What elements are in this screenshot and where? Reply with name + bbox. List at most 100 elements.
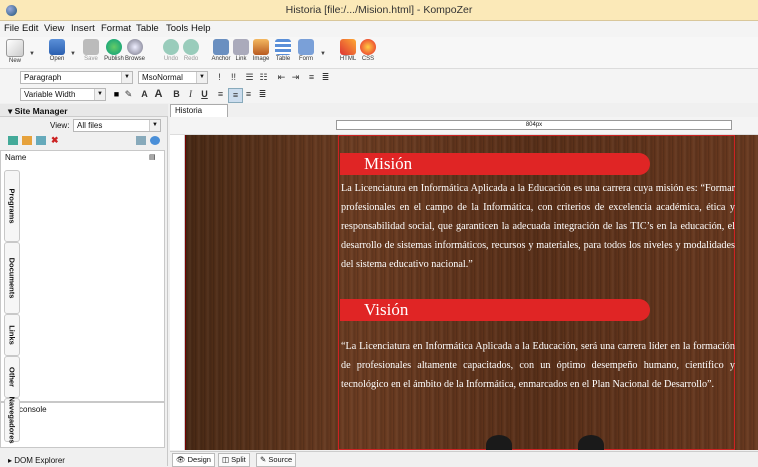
outdent-icon[interactable]: ⇤: [275, 71, 288, 84]
chevron-down-icon: ▼: [149, 120, 160, 131]
window-title: Historia [file:/.../Mision.html] - Kompo…: [285, 4, 473, 16]
dom-explorer-toggle[interactable]: ▸ DOM Explorer: [8, 456, 65, 465]
redo-icon: [183, 39, 199, 55]
menu-table[interactable]: Table: [136, 23, 159, 34]
new-icon: [6, 39, 24, 57]
composition-toolbar: New ▼ Open ▼ Save Publish Browse Undo Re…: [0, 37, 758, 69]
editor-gutter: [170, 135, 185, 450]
tab-historia[interactable]: Historia: [170, 104, 228, 117]
table-icon: [275, 39, 291, 55]
menu-format[interactable]: Format: [101, 23, 131, 34]
browse-icon: [127, 39, 143, 55]
link-icon: [233, 39, 249, 55]
form-dropdown-arrow[interactable]: ▼: [320, 51, 326, 57]
mision-paragraph[interactable]: La Licenciatura en Informática Aplicada …: [341, 179, 735, 274]
menu-insert[interactable]: Insert: [71, 23, 95, 34]
vision-banner: Visión: [340, 299, 650, 321]
new-dropdown-arrow[interactable]: ▼: [29, 51, 35, 57]
site-manager-panel: ▾ Site Manager View: All files ▼ ✖ Name ▤…: [0, 104, 168, 466]
tab-split[interactable]: ◫ Split: [218, 453, 250, 467]
indent-icon[interactable]: ⇥: [289, 71, 302, 84]
menu-view[interactable]: View: [44, 23, 64, 34]
chevron-down-icon: ▼: [196, 72, 207, 83]
bold-icon[interactable]: B: [170, 88, 183, 101]
document-tabs: Historia: [170, 104, 758, 117]
anchor-icon: [213, 39, 229, 55]
css-icon: [360, 39, 376, 55]
delete-icon[interactable]: ✖: [51, 135, 59, 146]
open-dropdown-arrow[interactable]: ▼: [70, 51, 76, 57]
save-icon: [83, 39, 99, 55]
menu-tools[interactable]: Tools: [166, 23, 188, 34]
form-icon: [298, 39, 314, 55]
bullet-list-icon[interactable]: ☰: [243, 71, 256, 84]
column-picker-icon[interactable]: ▤: [149, 153, 156, 161]
browse-site-icon[interactable]: [150, 136, 160, 145]
chevron-down-icon: ▼: [121, 72, 132, 83]
tab-source[interactable]: ✎ Source: [256, 453, 297, 467]
align-center-icon[interactable]: ≡: [228, 88, 243, 103]
smaller-text-icon[interactable]: A: [138, 88, 151, 101]
justify-icon[interactable]: ≣: [256, 88, 269, 101]
image-icon: [253, 39, 269, 55]
site-settings-icon[interactable]: [136, 136, 146, 145]
mision-banner: Misión: [340, 153, 650, 175]
larger-text-icon[interactable]: A: [152, 88, 165, 101]
mision-heading[interactable]: Misión: [364, 154, 412, 174]
title-bar: Historia [file:/.../Mision.html] - Kompo…: [0, 0, 758, 21]
refresh-site-icon[interactable]: [8, 136, 18, 145]
console-panel[interactable]: console: [0, 402, 165, 448]
person-photo: [578, 435, 604, 450]
site-file-tree[interactable]: Name ▤: [0, 150, 165, 402]
align-right-icon[interactable]: ≡: [242, 88, 255, 101]
double-important-icon[interactable]: !!: [227, 71, 240, 84]
paragraph-format-select[interactable]: Paragraph ▼: [20, 71, 133, 84]
tab-documents[interactable]: Documents: [4, 242, 20, 314]
menu-file[interactable]: File: [4, 23, 19, 34]
redo-button[interactable]: Redo: [178, 39, 204, 67]
publish-icon: [106, 39, 122, 55]
important-icon[interactable]: !: [213, 71, 226, 84]
style-select[interactable]: MsoNormal ▼: [138, 71, 208, 84]
console-label: console: [19, 405, 47, 414]
name-column-header[interactable]: Name: [5, 153, 26, 162]
format-toolbar-2: Variable Width ▼ ■ ✎ A A B I U ≡ ≡ ≡ ≣: [0, 86, 758, 103]
edit-site-icon[interactable]: [36, 136, 46, 145]
menu-bar: File Edit View Insert Format Table Tools…: [0, 21, 758, 37]
italic-icon[interactable]: I: [184, 88, 197, 101]
edit-mode-tabs: 👁 Design ◫ Split ✎ Source: [170, 451, 758, 467]
chevron-down-icon: ▼: [94, 89, 105, 100]
font-select[interactable]: Variable Width ▼: [20, 88, 106, 101]
tab-design[interactable]: 👁 Design: [172, 453, 215, 467]
definition-list-icon[interactable]: ≡: [305, 71, 318, 84]
vision-heading[interactable]: Visión: [364, 300, 408, 320]
tab-links[interactable]: Links: [4, 314, 20, 356]
view-filter-select[interactable]: All files ▼: [73, 119, 161, 132]
width-ruler[interactable]: 804px: [336, 120, 732, 130]
form-button[interactable]: Form: [293, 39, 319, 67]
view-label: View:: [50, 121, 70, 130]
underline-icon[interactable]: U: [198, 88, 211, 101]
menu-help[interactable]: Help: [191, 23, 211, 34]
highlight-color-icon[interactable]: ✎: [122, 88, 135, 101]
new-folder-icon[interactable]: [22, 136, 32, 145]
tab-other[interactable]: Other: [4, 356, 20, 398]
tab-programs[interactable]: Programs: [4, 170, 20, 242]
numbered-list-icon[interactable]: ☷: [257, 71, 270, 84]
editor-canvas[interactable]: Misión La Licenciatura en Informática Ap…: [185, 135, 758, 450]
new-button[interactable]: New: [2, 39, 28, 67]
align-left-icon[interactable]: ≡: [214, 88, 227, 101]
site-manager-header[interactable]: ▾ Site Manager: [0, 104, 168, 117]
sidebar-vertical-tabs: Programs Documents Links Other Navegador…: [0, 170, 20, 444]
menu-edit[interactable]: Edit: [22, 23, 38, 34]
open-button[interactable]: Open: [44, 39, 70, 67]
tab-navegadores[interactable]: Navegadores: [4, 396, 20, 444]
definition-term-icon[interactable]: ≣: [319, 71, 332, 84]
browse-button[interactable]: Browse: [122, 39, 148, 67]
css-button[interactable]: CSS: [355, 39, 381, 67]
person-photo: [486, 435, 512, 450]
open-icon: [49, 39, 65, 55]
vision-paragraph[interactable]: “La Licenciatura en Informática Aplicada…: [341, 337, 735, 394]
undo-icon: [163, 39, 179, 55]
html-icon: [340, 39, 356, 55]
